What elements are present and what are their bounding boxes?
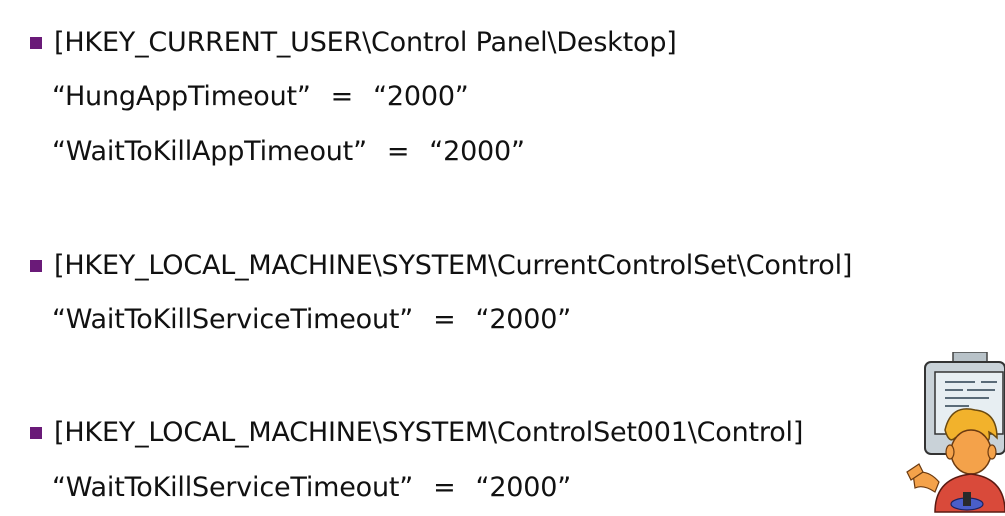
registry-key-line: [HKEY_LOCAL_MACHINE\SYSTEM\CurrentContro… <box>30 249 852 283</box>
value-data: “2000” <box>475 304 572 335</box>
equals-sign: = <box>330 81 354 112</box>
value-name: “WaitToKillServiceTimeout” <box>52 472 414 503</box>
value-name: “WaitToKillAppTimeout” <box>52 136 367 167</box>
square-bullet-icon <box>30 260 42 272</box>
person-at-computer-icon <box>905 351 1005 516</box>
registry-value-line: “WaitToKillAppTimeout” = “2000” <box>52 135 525 169</box>
registry-key: [HKEY_LOCAL_MACHINE\SYSTEM\CurrentContro… <box>54 250 853 281</box>
registry-value-line: “WaitToKillServiceTimeout” = “2000” <box>52 303 571 337</box>
equals-sign: = <box>433 472 456 503</box>
square-bullet-icon <box>30 37 42 49</box>
registry-key-line: [HKEY_CURRENT_USER\Control Panel\Desktop… <box>30 26 677 60</box>
value-data: “2000” <box>429 136 525 167</box>
equals-sign: = <box>386 136 410 167</box>
registry-key: [HKEY_LOCAL_MACHINE\SYSTEM\ControlSet001… <box>54 417 804 448</box>
value-name: “HungAppTimeout” <box>52 81 311 112</box>
registry-key: [HKEY_CURRENT_USER\Control Panel\Desktop… <box>54 27 677 58</box>
square-bullet-icon <box>30 427 42 439</box>
value-data: “2000” <box>475 472 572 503</box>
registry-value-line: “HungAppTimeout” = “2000” <box>52 80 469 114</box>
equals-sign: = <box>433 304 456 335</box>
value-data: “2000” <box>373 81 469 112</box>
registry-value-line: “WaitToKillServiceTimeout” = “2000” <box>52 471 571 505</box>
registry-key-line: [HKEY_LOCAL_MACHINE\SYSTEM\ControlSet001… <box>30 416 803 450</box>
value-name: “WaitToKillServiceTimeout” <box>52 304 414 335</box>
